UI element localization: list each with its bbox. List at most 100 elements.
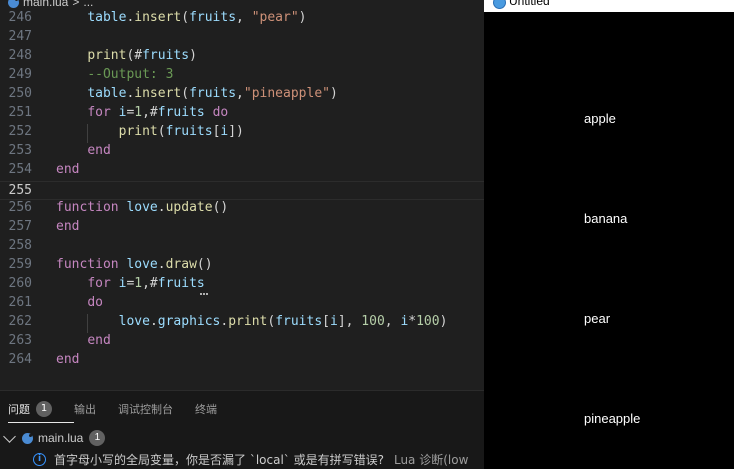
code-line[interactable]: 247 bbox=[0, 29, 484, 48]
game-title: Untitled bbox=[509, 0, 550, 8]
lua-file-icon bbox=[22, 432, 33, 444]
diagnostic-squiggle[interactable] bbox=[200, 291, 208, 295]
panel-tabs: 问题 1 输出 调试控制台 终端 bbox=[0, 399, 231, 423]
line-number: 248 bbox=[8, 48, 32, 63]
code-line[interactable]: 261 do bbox=[0, 295, 484, 314]
code-line[interactable]: 252 print(fruits[i]) bbox=[0, 124, 484, 143]
code-token: ) bbox=[329, 86, 338, 101]
game-titlebar[interactable]: Untitled bbox=[484, 0, 734, 12]
fruit-text: pear bbox=[584, 311, 611, 326]
breadcrumb: main.lua > ... bbox=[0, 0, 484, 10]
line-number: 258 bbox=[8, 238, 32, 253]
code-token: insert bbox=[134, 10, 182, 25]
code-text: table.insert(fruits,"pineapple") bbox=[87, 86, 337, 101]
problem-file-name: main.lua bbox=[38, 431, 84, 445]
panel-tab[interactable]: 问题 1 bbox=[8, 399, 74, 423]
code-token: . bbox=[149, 314, 158, 329]
code-token: ( bbox=[267, 314, 276, 329]
code-text: end bbox=[56, 162, 79, 177]
code-token: , bbox=[236, 86, 244, 101]
problem-file-row[interactable]: main.lua 1 bbox=[0, 428, 106, 448]
code-lines[interactable]: 246 table.insert(fruits, "pear") 247 248 pri… bbox=[0, 10, 484, 371]
code-token: draw bbox=[165, 257, 197, 272]
code-token: ], bbox=[337, 314, 362, 329]
code-text: --Output: 3 bbox=[87, 67, 173, 82]
code-line[interactable]: 250 table.insert(fruits,"pineapple") bbox=[0, 86, 484, 105]
code-token: ]) bbox=[228, 124, 244, 139]
code-line[interactable]: 262 love.graphics.print(fruits[i], 100, i… bbox=[0, 314, 484, 333]
code-line[interactable]: 264 end bbox=[0, 352, 484, 371]
code-token: love bbox=[118, 314, 150, 329]
code-line[interactable]: 263 end bbox=[0, 333, 484, 352]
problem-message-row[interactable]: i 首字母小写的全局变量，你是否漏了 `local` 或是有拼写错误? Lua … bbox=[0, 449, 484, 469]
code-line[interactable]: 246 table.insert(fruits, "pear") bbox=[0, 10, 484, 29]
code-line[interactable]: 260 for i=1,#fruits bbox=[0, 276, 484, 295]
panel-tab-label: 问题 bbox=[8, 403, 30, 416]
code-token: [ bbox=[322, 314, 330, 329]
code-text: print(fruits[i]) bbox=[119, 124, 244, 139]
panel-tab[interactable]: 调试控制台 bbox=[118, 399, 173, 419]
code-token: fruits bbox=[165, 124, 213, 139]
code-token: print bbox=[87, 48, 127, 63]
code-line[interactable]: 251 for i=1,#fruits do bbox=[0, 105, 484, 124]
code-token: 1 bbox=[134, 276, 143, 291]
code-token: do bbox=[212, 105, 229, 120]
code-text: for i=1,#fruits do bbox=[87, 105, 228, 120]
code-token: for bbox=[87, 105, 111, 120]
chevron-down-icon[interactable] bbox=[3, 429, 16, 443]
code-token: 100 bbox=[416, 314, 440, 329]
code-text: end bbox=[56, 352, 79, 367]
code-line[interactable]: 254 end bbox=[0, 162, 484, 181]
line-number: 250 bbox=[8, 86, 32, 101]
code-token: (# bbox=[126, 48, 143, 63]
problem-message: 首字母小写的全局变量，你是否漏了 `local` 或是有拼写错误? bbox=[54, 452, 384, 467]
line-number: 253 bbox=[8, 143, 32, 158]
line-number: 261 bbox=[8, 295, 32, 310]
code-line[interactable]: 255 bbox=[0, 181, 484, 200]
code-text: for i=1,#fruits bbox=[87, 276, 204, 291]
problem-source: Lua 诊断(low bbox=[393, 452, 469, 467]
code-token: . bbox=[157, 257, 166, 272]
code-line[interactable]: 259 function love.draw() bbox=[0, 257, 484, 276]
code-token: for bbox=[87, 276, 111, 291]
breadcrumb-file[interactable]: main.lua bbox=[23, 0, 68, 9]
panel-tab[interactable]: 输出 bbox=[74, 399, 96, 419]
code-token: fruits bbox=[157, 105, 205, 120]
line-number: 247 bbox=[8, 29, 32, 44]
line-number: 249 bbox=[8, 67, 32, 82]
code-line[interactable]: 253 end bbox=[0, 143, 484, 162]
code-token: ( bbox=[181, 10, 190, 25]
code-line[interactable]: 256 function love.update() bbox=[0, 200, 484, 219]
code-token: --Output: 3 bbox=[87, 67, 174, 82]
code-line[interactable]: 257 end bbox=[0, 219, 484, 238]
code-token: fruits bbox=[142, 48, 190, 63]
line-number: 260 bbox=[8, 276, 32, 291]
line-number: 259 bbox=[8, 257, 32, 272]
breadcrumb-separator: > bbox=[72, 0, 80, 9]
code-token: fruits bbox=[275, 314, 323, 329]
code-token: ,# bbox=[142, 105, 158, 120]
code-token: () bbox=[212, 200, 229, 215]
fruit-text: banana bbox=[584, 211, 628, 226]
code-text: function love.draw() bbox=[56, 257, 213, 272]
code-text: love.graphics.print(fruits[i], 100, i*10… bbox=[119, 314, 448, 329]
code-line[interactable]: 249 --Output: 3 bbox=[0, 67, 484, 86]
code-token: do bbox=[87, 295, 103, 310]
code-token: ) bbox=[439, 314, 448, 329]
code-token: print bbox=[228, 314, 268, 329]
code-token: end bbox=[56, 219, 80, 234]
breadcrumb-rest[interactable]: ... bbox=[83, 0, 93, 9]
code-token: ) bbox=[189, 48, 197, 63]
code-editor[interactable]: main.lua > ... 246 table.insert(fruits, "… bbox=[0, 0, 484, 390]
code-token: function bbox=[56, 257, 119, 272]
code-token: ) bbox=[298, 10, 307, 25]
code-token: * bbox=[408, 314, 417, 329]
panel-tab[interactable]: 终端 bbox=[195, 399, 217, 419]
code-token: fruits bbox=[189, 10, 237, 25]
love-game-window[interactable]: Untitled apple banana pear pineapple bbox=[484, 0, 734, 469]
code-token: function bbox=[56, 200, 119, 215]
code-line[interactable]: 258 bbox=[0, 238, 484, 257]
line-number: 251 bbox=[8, 105, 32, 120]
code-line[interactable]: 248 print(#fruits) bbox=[0, 48, 484, 67]
